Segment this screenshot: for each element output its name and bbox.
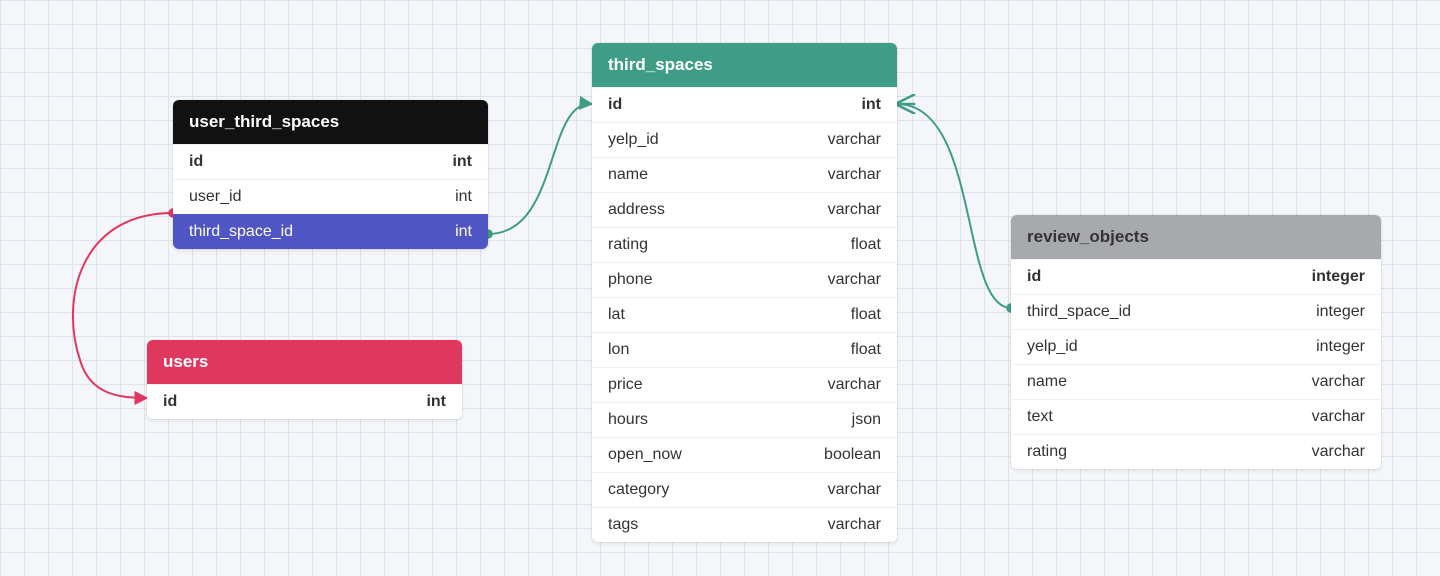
column-row[interactable]: id integer [1011, 259, 1381, 294]
column-name: price [608, 376, 643, 394]
column-name: id [189, 153, 203, 171]
column-row[interactable]: third_space_id integer [1011, 294, 1381, 329]
table-user_third_spaces[interactable]: user_third_spacesidintuser_idintthird_sp… [173, 100, 488, 249]
column-row[interactable]: open_now boolean [592, 437, 897, 472]
column-type: varchar [828, 131, 881, 149]
column-type: int [455, 188, 472, 206]
column-type: json [852, 411, 881, 429]
column-name: rating [608, 236, 648, 254]
column-type: integer [1316, 303, 1365, 321]
column-name: open_now [608, 446, 682, 464]
column-row[interactable]: text varchar [1011, 399, 1381, 434]
column-type: varchar [1312, 408, 1365, 426]
column-row[interactable]: phone varchar [592, 262, 897, 297]
column-row[interactable]: yelp_id varchar [592, 122, 897, 157]
column-type: int [455, 223, 472, 241]
column-type: float [851, 306, 881, 324]
column-name: yelp_id [1027, 338, 1078, 356]
column-name: id [1027, 268, 1041, 286]
column-type: float [851, 236, 881, 254]
relationship-connector [488, 104, 592, 234]
column-type: int [426, 393, 446, 411]
relationship-connector [897, 104, 1011, 308]
column-type: varchar [828, 166, 881, 184]
column-type: varchar [828, 201, 881, 219]
table-header[interactable]: review_objects [1011, 215, 1381, 259]
column-name: user_id [189, 188, 241, 206]
column-row[interactable]: user_id int [173, 179, 488, 214]
column-type: int [861, 96, 881, 114]
column-type: integer [1316, 338, 1365, 356]
table-header[interactable]: user_third_spaces [173, 100, 488, 144]
column-row[interactable]: hours json [592, 402, 897, 437]
column-type: varchar [828, 376, 881, 394]
column-name: yelp_id [608, 131, 659, 149]
column-row[interactable]: name varchar [592, 157, 897, 192]
column-name: lon [608, 341, 629, 359]
column-name: name [1027, 373, 1067, 391]
column-name: hours [608, 411, 648, 429]
column-name: id [608, 96, 622, 114]
column-name: phone [608, 271, 653, 289]
column-type: varchar [1312, 373, 1365, 391]
column-type: varchar [828, 271, 881, 289]
column-type: float [851, 341, 881, 359]
table-third_spaces[interactable]: third_spacesidintyelp_idvarcharnamevarch… [592, 43, 897, 542]
column-type: int [452, 153, 472, 171]
column-name: third_space_id [1027, 303, 1131, 321]
column-row[interactable]: address varchar [592, 192, 897, 227]
column-row[interactable]: category varchar [592, 472, 897, 507]
column-row[interactable]: price varchar [592, 367, 897, 402]
column-row[interactable]: id int [173, 144, 488, 179]
column-name: rating [1027, 443, 1067, 461]
column-type: boolean [824, 446, 881, 464]
table-header[interactable]: users [147, 340, 462, 384]
column-row[interactable]: lat float [592, 297, 897, 332]
column-row[interactable]: rating float [592, 227, 897, 262]
column-name: category [608, 481, 669, 499]
column-row[interactable]: name varchar [1011, 364, 1381, 399]
column-row[interactable]: third_space_id int [173, 214, 488, 249]
column-type: varchar [828, 516, 881, 534]
column-row[interactable]: yelp_id integer [1011, 329, 1381, 364]
column-row[interactable]: lon float [592, 332, 897, 367]
column-row[interactable]: tags varchar [592, 507, 897, 542]
column-name: tags [608, 516, 638, 534]
column-row[interactable]: rating varchar [1011, 434, 1381, 469]
column-name: lat [608, 306, 625, 324]
column-type: varchar [1312, 443, 1365, 461]
table-users[interactable]: users id int [147, 340, 462, 419]
table-review_objects[interactable]: review_objectsidintegerthird_space_idint… [1011, 215, 1381, 469]
column-name: text [1027, 408, 1053, 426]
column-name: id [163, 393, 177, 411]
column-type: integer [1312, 268, 1365, 286]
column-row[interactable]: id int [592, 87, 897, 122]
column-name: name [608, 166, 648, 184]
column-type: varchar [828, 481, 881, 499]
table-header[interactable]: third_spaces [592, 43, 897, 87]
column-name: address [608, 201, 665, 219]
column-row[interactable]: id int [147, 384, 462, 419]
column-name: third_space_id [189, 223, 293, 241]
